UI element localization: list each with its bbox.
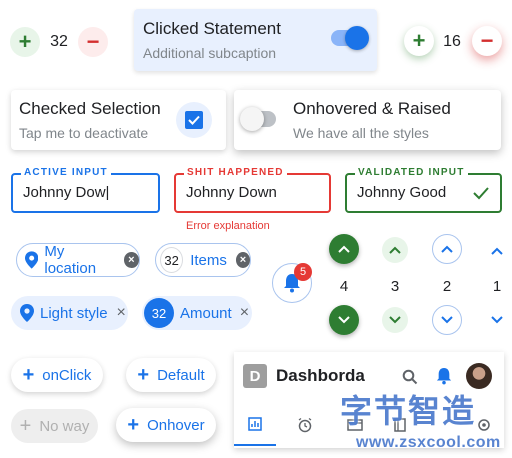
plus-icon: + [137, 363, 150, 386]
disabled-button-label: No way [39, 417, 90, 435]
location-pin-icon [25, 251, 39, 269]
toggle-switch-on[interactable] [331, 26, 369, 50]
error-input-label: SHIT HAPPENED [184, 167, 287, 178]
validated-input-value: Johnny Good [357, 184, 447, 201]
default-button[interactable]: + Default [126, 358, 216, 392]
onhovered-title: Onhovered & Raised [293, 99, 451, 118]
checkmark-icon [473, 187, 489, 200]
plus-icon: + [22, 363, 35, 386]
active-input-field[interactable]: ACTIVE INPUT Johnny Dow| [11, 167, 160, 213]
onclick-button[interactable]: + onClick [11, 358, 103, 392]
search-icon[interactable] [402, 369, 418, 385]
settings-icon [478, 419, 490, 431]
chip-amount-close-icon[interactable]: × [240, 304, 249, 322]
dashboard-title: Dashborda [276, 366, 365, 385]
arrow-up-tonal-button[interactable] [382, 237, 408, 263]
onhovered-subtitle: We have all the styles [293, 125, 429, 141]
chip-items-count: 32 [160, 247, 184, 273]
arrow-down-text-button[interactable] [488, 311, 506, 329]
toggle-switch-off[interactable] [240, 107, 276, 131]
arrow-down-outline-button[interactable] [432, 305, 462, 335]
checkbox-checked[interactable] [185, 111, 203, 129]
validated-input-label: VALIDATED INPUT [355, 167, 468, 178]
left-counter-value: 32 [50, 33, 68, 50]
arrow-down-filled-button[interactable] [329, 305, 359, 335]
arrow-up-outline-button[interactable] [432, 234, 462, 264]
chip-light-style[interactable]: Light style × [11, 296, 128, 330]
disabled-button: + No way [11, 409, 98, 443]
chevron-down-icon [441, 316, 453, 324]
watermark-url: www.zsxcool.com [356, 434, 501, 451]
default-button-label: Default [157, 366, 205, 384]
chip-my-location-close-icon[interactable]: × [123, 252, 139, 268]
onhover-button-label: Onhover [147, 416, 205, 434]
bar-chart-icon [248, 417, 262, 431]
active-input-value: Johnny Dow| [23, 184, 110, 201]
chip-amount-label: Amount [180, 304, 232, 322]
chevron-down-icon [338, 316, 350, 324]
right-decrement-button[interactable]: − [472, 26, 502, 56]
arrow-value-1: 4 [339, 278, 349, 295]
alarm-clock-icon [298, 417, 312, 433]
chevron-down-icon [491, 316, 503, 324]
validated-input-field[interactable]: VALIDATED INPUT Johnny Good [345, 167, 502, 213]
right-counter-value: 16 [443, 33, 461, 50]
location-pin-icon [20, 304, 34, 322]
right-increment-button[interactable]: + [404, 26, 434, 56]
error-explanation: Error explanation [186, 220, 270, 232]
arrow-value-2: 3 [390, 278, 400, 295]
watermark-logo: 字节智造 [340, 392, 477, 430]
bell-icon[interactable] [436, 367, 452, 385]
chevron-up-icon [491, 247, 503, 255]
error-input-field[interactable]: SHIT HAPPENED Johnny Down [174, 167, 331, 213]
checked-selection-subtitle: Tap me to deactivate [19, 125, 149, 141]
plus-icon: + [19, 414, 32, 437]
arrow-up-text-button[interactable] [488, 242, 506, 260]
chip-my-location[interactable]: My location × [16, 243, 140, 277]
arrow-value-3: 2 [442, 278, 452, 295]
dashboard-logo: D [243, 364, 267, 388]
chevron-up-icon [441, 245, 453, 253]
left-decrement-button[interactable]: − [78, 27, 108, 57]
nav-tab-alarm[interactable] [284, 404, 326, 446]
chip-items-close-icon[interactable]: × [235, 252, 250, 268]
chip-items-label: Items [190, 251, 227, 269]
checked-selection-title: Checked Selection [19, 99, 161, 118]
checked-selection-card[interactable]: Checked Selection Tap me to deactivate [11, 90, 226, 150]
nav-tab-chart[interactable] [234, 404, 276, 446]
chevron-down-icon [389, 316, 401, 324]
arrow-up-filled-button[interactable] [329, 234, 359, 264]
plus-icon: + [127, 413, 140, 436]
error-input-value: Johnny Down [186, 184, 277, 201]
toggle-thumb [345, 26, 369, 50]
chip-light-style-label: Light style [40, 304, 108, 322]
clicked-statement-title: Clicked Statement [143, 19, 281, 38]
chevron-up-icon [389, 246, 401, 254]
clicked-statement-card[interactable]: Clicked Statement Additional subcaption [134, 9, 377, 71]
chip-amount[interactable]: 32 Amount × [142, 296, 252, 330]
toggle-thumb-off [240, 107, 264, 131]
chip-amount-count: 32 [144, 298, 174, 328]
clicked-statement-subtitle: Additional subcaption [143, 45, 277, 61]
left-increment-button[interactable]: + [10, 27, 40, 57]
arrow-value-4: 1 [492, 278, 502, 295]
arrow-down-tonal-button[interactable] [382, 307, 408, 333]
active-input-label: ACTIVE INPUT [21, 167, 111, 178]
notification-badge: 5 [294, 263, 312, 281]
onhovered-raised-card[interactable]: Onhovered & Raised We have all the style… [234, 90, 501, 150]
onhover-button[interactable]: + Onhover [116, 408, 216, 442]
check-icon [188, 115, 200, 125]
chip-light-style-close-icon[interactable]: × [117, 304, 126, 322]
chip-items[interactable]: 32 Items × [155, 243, 251, 277]
chevron-up-icon [338, 245, 350, 253]
onclick-button-label: onClick [42, 366, 92, 384]
chip-my-location-label: My location [44, 243, 97, 277]
